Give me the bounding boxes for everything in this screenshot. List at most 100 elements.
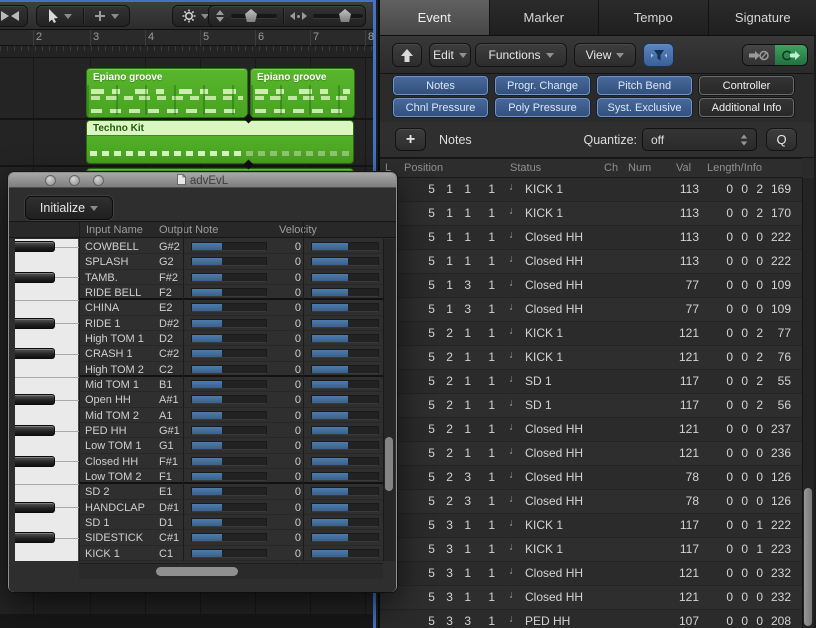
horizontal-zoom-slider[interactable]: [313, 14, 363, 18]
output-note[interactable]: F1: [159, 471, 172, 483]
black-key-cs2[interactable]: [15, 348, 55, 359]
mapping-row[interactable]: High TOM 1D20: [79, 331, 383, 346]
event-row[interactable]: 5 1 11♩KICK 1113002169: [380, 178, 802, 202]
event-filter-button[interactable]: [643, 43, 674, 67]
note-slider[interactable]: [191, 533, 267, 542]
event-row[interactable]: 5 2 11♩Closed HH121000236: [380, 442, 802, 466]
note-slider[interactable]: [191, 380, 267, 389]
note-slider[interactable]: [191, 503, 267, 512]
event-row[interactable]: 5 2 11♩KICK 112100277: [380, 322, 802, 346]
velocity-value[interactable]: 0: [271, 471, 301, 483]
velocity-slider[interactable]: [311, 395, 379, 404]
event-row[interactable]: 5 3 11♩Closed HH121000232: [380, 562, 802, 586]
note-slider[interactable]: [191, 349, 267, 358]
mapping-row[interactable]: Mid TOM 2A10: [79, 408, 383, 423]
event-row[interactable]: 5 3 11♩KICK 1117001222: [380, 514, 802, 538]
mapping-row[interactable]: SIDESTICKC#10: [79, 530, 383, 545]
velocity-value[interactable]: 0: [271, 364, 301, 376]
output-note[interactable]: G1: [159, 440, 174, 452]
velocity-slider[interactable]: [311, 426, 379, 435]
velocity-value[interactable]: 0: [271, 333, 301, 345]
event-row[interactable]: 5 2 11♩KICK 112100276: [380, 346, 802, 370]
output-note[interactable]: G2: [159, 256, 174, 268]
velocity-value[interactable]: 0: [271, 241, 301, 253]
output-note[interactable]: A1: [159, 410, 172, 422]
event-row[interactable]: 5 1 31♩Closed HH77000109: [380, 298, 802, 322]
quantize-select[interactable]: off: [642, 128, 757, 151]
velocity-slider[interactable]: [311, 365, 379, 374]
velocity-slider[interactable]: [311, 334, 379, 343]
event-row[interactable]: 5 2 11♩SD 111700255: [380, 370, 802, 394]
edit-menu-button[interactable]: Edit: [429, 43, 471, 67]
velocity-slider[interactable]: [311, 288, 379, 297]
event-row[interactable]: 5 1 11♩KICK 1113002170: [380, 202, 802, 226]
mapping-row[interactable]: Mid TOM 1B10: [79, 377, 383, 392]
add-event-button[interactable]: +: [395, 128, 426, 151]
quantize-apply-button[interactable]: Q: [766, 128, 797, 151]
event-row[interactable]: 5 1 31♩Closed HH77000109: [380, 274, 802, 298]
midi-out-button[interactable]: [775, 45, 807, 65]
event-row[interactable]: 5 3 11♩Closed HH121000232: [380, 586, 802, 610]
black-key-as1[interactable]: [15, 394, 55, 405]
output-note[interactable]: C1: [159, 548, 173, 560]
functions-menu-button[interactable]: Functions: [475, 43, 567, 67]
tab-signature[interactable]: Signature: [709, 0, 816, 35]
velocity-value[interactable]: 0: [271, 548, 301, 560]
velocity-value[interactable]: 0: [271, 302, 301, 314]
vertical-zoom-slider-thumb[interactable]: [245, 9, 257, 22]
tab-event[interactable]: Event: [380, 0, 490, 35]
output-note[interactable]: D1: [159, 517, 173, 529]
velocity-slider[interactable]: [311, 487, 379, 496]
event-row[interactable]: 5 1 11♩Closed HH113000222: [380, 250, 802, 274]
velocity-slider[interactable]: [311, 273, 379, 282]
note-slider[interactable]: [191, 549, 267, 558]
piano-keyboard[interactable]: [15, 239, 79, 561]
output-note[interactable]: D#2: [159, 318, 179, 330]
velocity-slider[interactable]: [311, 380, 379, 389]
event-row[interactable]: 5 3 11♩KICK 1117001223: [380, 538, 802, 562]
note-slider[interactable]: [191, 472, 267, 481]
note-slider[interactable]: [191, 411, 267, 420]
filter-progr-change[interactable]: Progr. Change: [495, 76, 590, 95]
mapping-row[interactable]: RIDE 1D#20: [79, 316, 383, 331]
velocity-slider[interactable]: [311, 549, 379, 558]
output-note[interactable]: F2: [159, 287, 172, 299]
filter-controller[interactable]: Controller: [699, 76, 794, 95]
view-menu-button[interactable]: View: [574, 43, 636, 67]
output-note[interactable]: G#1: [159, 425, 180, 437]
velocity-slider[interactable]: [311, 257, 379, 266]
mapping-row[interactable]: PED HHG#10: [79, 423, 383, 438]
output-note[interactable]: G#2: [159, 241, 180, 253]
velocity-slider[interactable]: [311, 441, 379, 450]
hierarchy-up-button[interactable]: [392, 43, 422, 67]
velocity-value[interactable]: 0: [271, 394, 301, 406]
velocity-slider[interactable]: [311, 503, 379, 512]
output-note[interactable]: D2: [159, 333, 173, 345]
event-scrollbar-thumb[interactable]: [804, 488, 812, 626]
note-slider[interactable]: [191, 288, 267, 297]
note-slider[interactable]: [191, 441, 267, 450]
mapping-row[interactable]: RIDE BELLF20: [79, 285, 383, 300]
black-key-gs1[interactable]: [15, 425, 55, 436]
filter-additional-info[interactable]: Additional Info: [699, 98, 794, 117]
output-note[interactable]: F#2: [159, 272, 178, 284]
output-note[interactable]: E2: [159, 302, 172, 314]
output-note[interactable]: E1: [159, 486, 172, 498]
output-note[interactable]: B1: [159, 379, 172, 391]
midi-region-techno-kit[interactable]: Techno Kit: [86, 120, 354, 164]
velocity-slider[interactable]: [311, 518, 379, 527]
mapping-row[interactable]: KICK 1C10: [79, 546, 383, 561]
pencil-tool-button[interactable]: [84, 10, 130, 22]
mapping-row[interactable]: Open HHA#10: [79, 392, 383, 407]
mapping-row[interactable]: HANDCLAPD#10: [79, 500, 383, 515]
black-key-fs1[interactable]: [15, 456, 55, 467]
event-row[interactable]: 5 2 31♩Closed HH78000126: [380, 490, 802, 514]
velocity-value[interactable]: 0: [271, 440, 301, 452]
mapping-row[interactable]: SD 1D10: [79, 515, 383, 530]
initialize-menu-button[interactable]: Initialize: [25, 196, 113, 220]
plugin-title-bar[interactable]: advEvL: [9, 173, 396, 188]
bar-ruler[interactable]: 2345678: [0, 30, 373, 46]
note-slider[interactable]: [191, 242, 267, 251]
velocity-value[interactable]: 0: [271, 256, 301, 268]
velocity-value[interactable]: 0: [271, 532, 301, 544]
